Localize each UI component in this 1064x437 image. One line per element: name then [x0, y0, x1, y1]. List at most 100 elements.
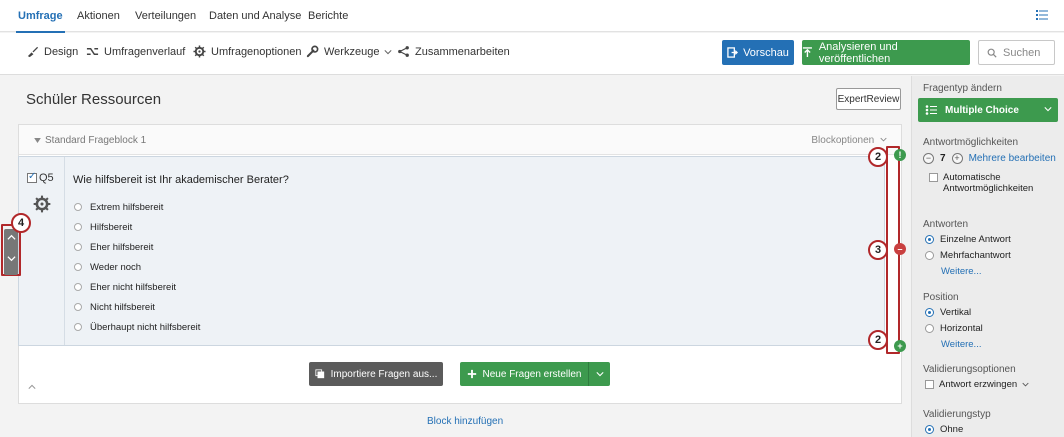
- question-settings-gear-icon[interactable]: [33, 195, 51, 213]
- choice-item[interactable]: Eher hilfsbereit: [74, 237, 200, 257]
- survey-flow-label: Umfragenverlauf: [104, 45, 186, 58]
- choice-label: Hilfsbereit: [90, 221, 133, 233]
- choices-heading: Antwortmöglichkeiten: [923, 137, 1019, 148]
- expert-review-button[interactable]: ExpertReview: [836, 88, 901, 110]
- survey-flow-button[interactable]: Umfragenverlauf: [86, 45, 185, 58]
- question-sidebar: Q5: [19, 157, 65, 345]
- decrease-choices-icon[interactable]: −: [923, 153, 934, 164]
- collaborate-label: Zusammenarbeiten: [415, 45, 510, 58]
- move-question-handle[interactable]: [4, 229, 18, 275]
- import-questions-button[interactable]: Importiere Fragen aus...: [309, 362, 443, 386]
- add-block-link[interactable]: Block hinzufügen: [427, 416, 503, 427]
- upload-icon: [802, 47, 812, 58]
- publish-button[interactable]: Analysieren und veröffentlichen: [802, 40, 970, 65]
- vertical-radio[interactable]: Vertikal: [925, 307, 971, 318]
- multiple-answer-radio[interactable]: Mehrfachantwort: [925, 250, 1011, 261]
- chevron-down-icon: [595, 372, 604, 377]
- import-label: Importiere Fragen aus...: [330, 368, 438, 380]
- auto-choices-checkbox[interactable]: Automatische Antwortmöglichkeiten: [929, 172, 1033, 194]
- choice-item[interactable]: Überhaupt nicht hilfsbereit: [74, 317, 200, 337]
- vertical-label: Vertikal: [940, 307, 972, 318]
- multiple-answer-label: Mehrfachantwort: [940, 250, 1011, 261]
- radio-icon: [74, 283, 82, 291]
- force-response-checkbox[interactable]: Antwort erzwingen: [925, 379, 1029, 390]
- auto-choices-label-line2: Antwortmöglichkeiten: [943, 183, 1034, 194]
- increase-choices-icon[interactable]: +: [951, 153, 963, 164]
- choice-item[interactable]: Extrem hilfsbereit: [74, 197, 200, 217]
- checkbox-icon: [925, 380, 934, 389]
- choice-item[interactable]: Nicht hilfsbereit: [74, 297, 200, 317]
- radio-icon: [925, 251, 934, 260]
- tab-survey[interactable]: Umfrage: [16, 10, 65, 33]
- radio-icon: [925, 324, 934, 333]
- search-input[interactable]: Suchen: [978, 40, 1055, 65]
- choice-item[interactable]: Weder noch: [74, 257, 200, 277]
- block-options-label: Blockoptionen: [811, 135, 875, 146]
- survey-title[interactable]: Schüler Ressourcen: [26, 91, 161, 108]
- top-navigation: Umfrage Aktionen Verteilungen Daten und …: [0, 0, 1064, 33]
- question-select-checkbox[interactable]: Q5: [27, 171, 54, 184]
- block-name[interactable]: Standard Frageblock 1: [45, 135, 146, 146]
- multiple-choice-icon: [925, 105, 937, 115]
- answers-more-link[interactable]: Weitere...: [941, 266, 981, 277]
- question-properties-panel: Fragentyp ändern Multiple Choice Antwort…: [911, 76, 1064, 437]
- choices-counter: − 7 + Mehrere bearbeiten: [923, 153, 1056, 164]
- question-type-dropdown[interactable]: Multiple Choice: [918, 98, 1058, 122]
- survey-options-button[interactable]: Umfragenoptionen: [193, 45, 302, 58]
- choice-label: Extrem hilfsbereit: [90, 201, 164, 213]
- horizontal-radio[interactable]: Horizontal: [925, 323, 983, 334]
- tab-distributions[interactable]: Verteilungen: [135, 10, 196, 22]
- gear-icon: [193, 45, 206, 58]
- validation-none-radio[interactable]: Ohne: [925, 424, 963, 435]
- search-placeholder: Suchen: [1003, 46, 1041, 59]
- validation-type-heading: Validierungstyp: [923, 409, 991, 420]
- validation-heading: Validierungsoptionen: [923, 364, 1016, 375]
- question-type-heading: Fragentyp ändern: [923, 83, 1002, 94]
- tab-actions[interactable]: Aktionen: [77, 10, 120, 22]
- choice-item[interactable]: Hilfsbereit: [74, 217, 200, 237]
- design-button[interactable]: Design: [26, 45, 78, 58]
- validation-none-label: Ohne: [940, 424, 964, 435]
- callout-number: 3: [868, 240, 888, 260]
- position-heading: Position: [923, 292, 959, 303]
- radio-selected-icon: [925, 308, 934, 317]
- block-options-dropdown[interactable]: Blockoptionen: [811, 135, 887, 146]
- remove-question-icon[interactable]: –: [894, 243, 906, 255]
- choice-label: Eher hilfsbereit: [90, 241, 154, 253]
- design-label: Design: [44, 45, 79, 58]
- preview-button[interactable]: Vorschau: [722, 40, 794, 65]
- position-more-link[interactable]: Weitere...: [941, 339, 981, 350]
- tools-label: Werkzeuge: [324, 45, 380, 58]
- question-card[interactable]: Q5 Wie hilfsbereit ist Ihr akademischer …: [18, 156, 885, 346]
- checkbox-icon: [929, 173, 938, 182]
- survey-editor: Schüler Ressourcen ExpertReview Standard…: [0, 76, 910, 437]
- insert-above-icon[interactable]: !: [894, 149, 906, 161]
- single-answer-radio[interactable]: Einzelne Antwort: [925, 234, 1011, 245]
- collaborate-button[interactable]: Zusammenarbeiten: [397, 45, 510, 58]
- question-text[interactable]: Wie hilfsbereit ist Ihr akademischer Ber…: [73, 174, 289, 186]
- search-icon: [987, 48, 997, 58]
- collapse-block-icon[interactable]: [34, 138, 41, 143]
- chevron-up-icon[interactable]: [28, 383, 36, 391]
- tools-dropdown[interactable]: Werkzeuge: [306, 45, 393, 58]
- radio-icon: [74, 303, 82, 311]
- edit-multiple-link[interactable]: Mehrere bearbeiten: [969, 153, 1056, 164]
- radio-icon: [74, 263, 82, 271]
- tab-reports[interactable]: Berichte: [308, 10, 348, 22]
- checkbox-icon: [27, 171, 37, 183]
- insert-below-icon[interactable]: +: [894, 340, 906, 352]
- chevron-down-icon: [880, 137, 887, 142]
- block-header: Standard Frageblock 1 Blockoptionen: [19, 125, 901, 155]
- radio-icon: [74, 223, 82, 231]
- new-question-options-button[interactable]: [588, 362, 610, 386]
- choice-label: Eher nicht hilfsbereit: [90, 281, 177, 293]
- callout-number: 2: [868, 330, 888, 350]
- flow-icon: [86, 47, 99, 56]
- list-view-icon[interactable]: [1036, 10, 1048, 20]
- choice-item[interactable]: Eher nicht hilfsbereit: [74, 277, 200, 297]
- radio-icon: [74, 203, 82, 211]
- new-question-button[interactable]: Neue Fragen erstellen: [460, 362, 588, 386]
- preview-label: Vorschau: [743, 46, 789, 59]
- tab-data-analysis[interactable]: Daten und Analyse: [209, 10, 301, 22]
- choice-label: Überhaupt nicht hilfsbereit: [90, 321, 201, 333]
